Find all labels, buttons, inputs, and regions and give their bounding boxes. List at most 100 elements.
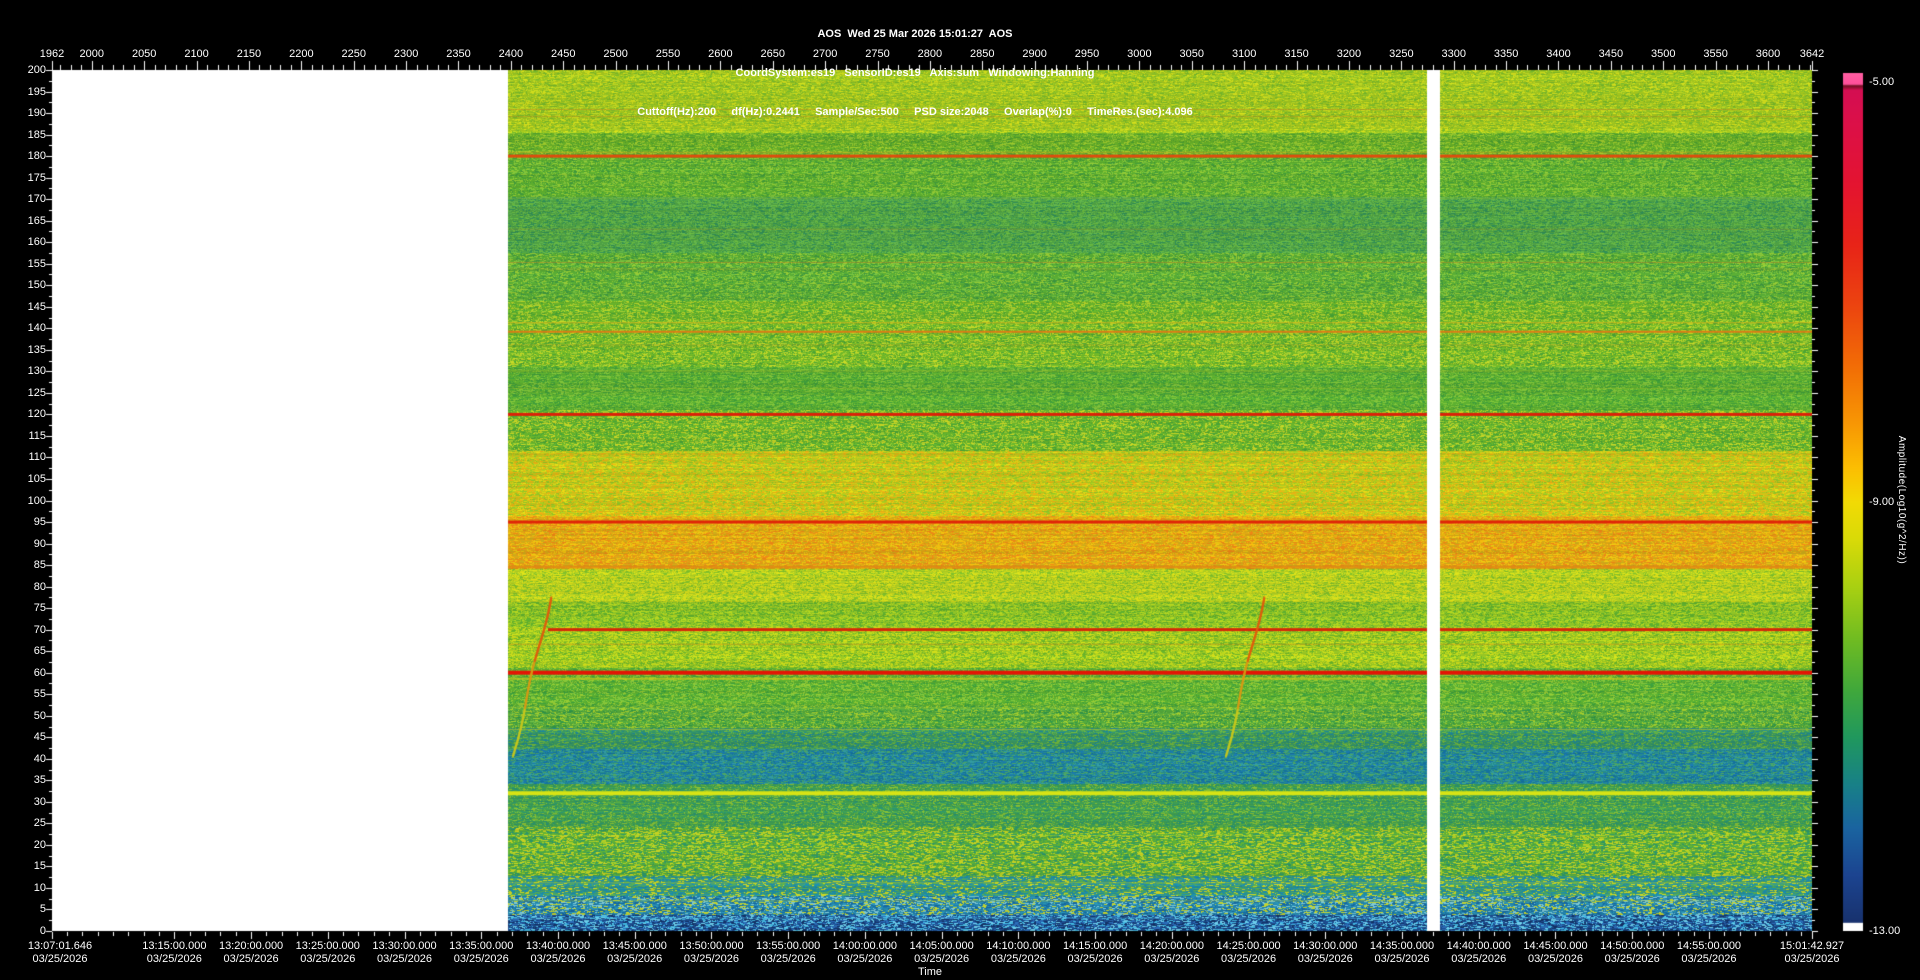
- date-value: 03/25/2026: [1297, 953, 1353, 965]
- date-value: 03/25/2026: [453, 953, 509, 965]
- time-value: 13:35:00.000: [449, 940, 514, 952]
- top-axis-tick-label: 3450: [1598, 48, 1624, 60]
- top-axis-tick-label: 2500: [603, 48, 628, 60]
- date-value: 03/25/2026: [1067, 953, 1123, 965]
- date-value: 03/25/2026: [1527, 953, 1584, 965]
- left-axis-tick-label: 195: [27, 85, 46, 98]
- bottom-axis-tick-label: 14:20:00.000 03/25/2026: [1140, 940, 1204, 966]
- time-value: 13:30:00.000: [372, 940, 437, 952]
- left-axis-tick-label: 40: [33, 752, 46, 765]
- time-value: 13:25:00.000: [295, 940, 360, 952]
- left-axis-tick-label: 10: [33, 881, 46, 894]
- top-axis-tick-label: 2900: [1022, 48, 1047, 60]
- date-value: 03/25/2026: [223, 953, 279, 965]
- time-value: 14:35:00.000: [1369, 940, 1435, 952]
- bottom-axis-tick-label: 15:01:42.927 03/25/2026: [1780, 940, 1844, 966]
- date-value: 03/25/2026: [1604, 953, 1660, 965]
- colorbar-tick-label: -5.00: [1869, 75, 1895, 88]
- bottom-axis-tick-label: 13:25:00.000 03/25/2026: [296, 940, 360, 966]
- left-axis-tick-label: 200: [27, 64, 46, 76]
- top-axis-tick-label: 2200: [289, 48, 314, 60]
- time-value: 14:30:00.000: [1293, 940, 1358, 952]
- date-value: 03/25/2026: [760, 953, 816, 965]
- left-axis-tick-label: 95: [33, 516, 46, 529]
- colorbar-tick-label: -13.00: [1869, 925, 1901, 937]
- bottom-axis-tick-label: 14:05:00.000 03/25/2026: [910, 940, 974, 966]
- left-axis-tick-label: 170: [27, 193, 46, 206]
- left-axis-tick-label: 105: [27, 472, 46, 485]
- bottom-axis-tick-label: 13:45:00.000 03/25/2026: [603, 940, 667, 966]
- top-axis-tick-label: 3300: [1441, 48, 1466, 60]
- bottom-axis-tick-label: 14:15:00.000 03/25/2026: [1063, 940, 1127, 966]
- date-value: 03/25/2026: [376, 953, 433, 965]
- top-axis-tick-label: 2950: [1074, 48, 1100, 60]
- top-axis-tick-label: 2000: [79, 48, 105, 60]
- header-settings-line1: CoordSystem:es19 SensorID:es19 Axis:sum …: [735, 67, 1095, 79]
- top-axis-tick-label: 2250: [341, 48, 366, 60]
- top-axis-tick-label: 3000: [1127, 48, 1152, 60]
- time-axis-title: Time: [917, 966, 943, 978]
- left-axis-tick-label: 115: [28, 429, 46, 442]
- left-axis-tick-label: 60: [33, 666, 46, 679]
- time-value: 14:50:00.000: [1600, 940, 1665, 952]
- left-axis-tick-label: 135: [27, 343, 46, 356]
- left-axis-tick-label: 80: [33, 580, 46, 593]
- left-axis-tick-label: 100: [27, 494, 46, 507]
- top-axis-tick-label: 2450: [550, 48, 576, 60]
- top-axis-tick-label: 2400: [498, 48, 524, 60]
- top-axis-tick-label: 2150: [236, 48, 262, 60]
- top-axis-tick-label: 2650: [760, 48, 785, 60]
- top-axis-tick-label: 2750: [865, 48, 890, 60]
- date-value: 03/25/2026: [1784, 953, 1840, 965]
- top-axis-tick-label: 3642: [1799, 48, 1825, 60]
- colorbar-axis-title: Amplitude(Log10(g^2/Hz)): [1896, 435, 1907, 565]
- colorbar-tick-label: -9.00: [1869, 496, 1895, 508]
- left-axis-tick-label: 15: [33, 860, 46, 873]
- bottom-axis-tick-label: 14:40:00.000 03/25/2026: [1447, 940, 1511, 966]
- left-axis-tick-label: 55: [33, 688, 46, 701]
- bottom-axis-tick-label: 14:50:00.000 03/25/2026: [1600, 940, 1664, 966]
- time-value: 14:40:00.000: [1446, 940, 1511, 952]
- top-axis-tick-label: 3100: [1231, 48, 1257, 60]
- top-axis-tick-label: 1962: [39, 48, 65, 60]
- top-axis-tick-label: 3550: [1703, 48, 1728, 60]
- left-axis-tick-label: 120: [27, 408, 46, 421]
- top-axis-tick-label: 3200: [1336, 48, 1362, 60]
- time-value: 13:55:00.000: [756, 940, 821, 952]
- date-value: 03/25/2026: [914, 953, 970, 965]
- time-value: 14:10:00.000: [986, 940, 1051, 952]
- date-value: 03/25/2026: [683, 953, 739, 965]
- time-value: 14:15:00.000: [1062, 940, 1128, 952]
- bottom-axis-tick-label: 14:30:00.000 03/25/2026: [1293, 940, 1357, 966]
- left-axis-tick-label: 155: [27, 257, 46, 270]
- top-axis-tick-label: 3350: [1493, 48, 1519, 60]
- bottom-axis-tick-label: 14:25:00.000 03/25/2026: [1216, 940, 1280, 966]
- top-axis-tick-label: 2550: [655, 48, 681, 60]
- date-value: 03/25/2026: [300, 953, 356, 965]
- left-axis-tick-label: 25: [33, 817, 46, 830]
- bottom-axis-tick-label: 14:45:00.000 03/25/2026: [1523, 940, 1587, 966]
- date-value: 03/25/2026: [1451, 953, 1507, 965]
- left-axis-tick-label: 0: [39, 925, 46, 937]
- top-axis-tick-label: 3250: [1389, 48, 1414, 60]
- time-value: 14:25:00.000: [1216, 940, 1281, 952]
- bottom-axis-tick-label: 13:50:00.000 03/25/2026: [679, 940, 743, 966]
- left-axis-tick-label: 160: [27, 236, 46, 249]
- left-axis-tick-label: 5: [39, 903, 46, 916]
- bottom-axis-tick-label: 14:00:00.000 03/25/2026: [833, 940, 897, 966]
- time-value: 13:40:00.000: [525, 940, 591, 952]
- bottom-axis-tick-label: 14:10:00.000 03/25/2026: [986, 940, 1050, 966]
- left-axis-tick-label: 185: [27, 128, 46, 141]
- left-axis-tick-label: 30: [33, 795, 46, 808]
- header: AOS Wed 25 Mar 2026 15:01:27 AOS CoordSy…: [0, 2, 1830, 145]
- time-value: 14:05:00.000: [909, 940, 974, 952]
- bottom-axis-tick-label: 14:55:00.000 03/25/2026: [1677, 940, 1741, 966]
- bottom-axis-tick-label: 13:30:00.000 03/25/2026: [372, 940, 436, 966]
- date-value: 03/25/2026: [146, 953, 202, 965]
- time-value: 15:01:42.927: [1779, 940, 1845, 952]
- bottom-axis-tick-label: 13:35:00.000 03/25/2026: [449, 940, 513, 966]
- date-value: 03/25/2026: [990, 953, 1046, 965]
- left-axis-tick-label: 85: [33, 559, 46, 572]
- left-axis-tick-label: 65: [33, 645, 46, 658]
- top-axis-tick-label: 2800: [917, 48, 943, 60]
